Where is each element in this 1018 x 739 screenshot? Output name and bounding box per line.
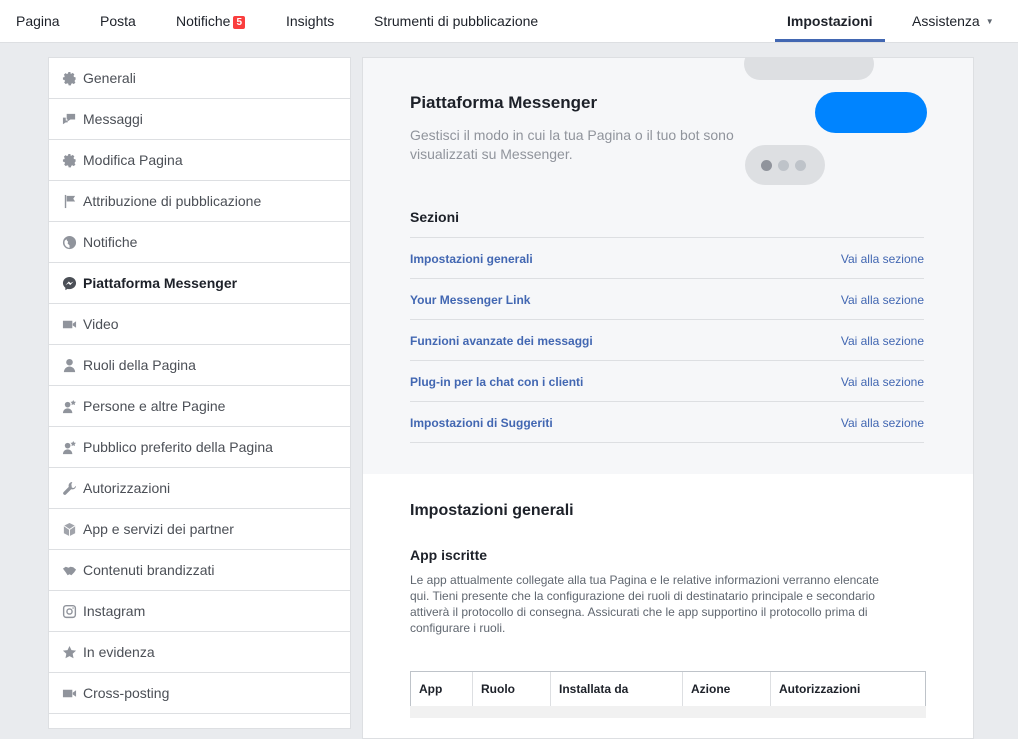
video-camera-icon: [61, 685, 77, 701]
sidebar-item[interactable]: Modifica Pagina: [49, 140, 350, 181]
tab-posta[interactable]: Posta: [100, 0, 136, 42]
table-header-ruolo[interactable]: Ruolo: [473, 672, 551, 706]
globe-icon: [61, 234, 77, 250]
caret-down-icon: ▼: [985, 17, 994, 26]
tab-notifiche[interactable]: Notifiche 5: [176, 0, 246, 42]
sidebar-item[interactable]: Pubblico preferito della Pagina: [49, 427, 350, 468]
person-star-icon: [61, 398, 77, 414]
typing-dot: [795, 160, 806, 171]
go-to-section-link[interactable]: Vai alla sezione: [841, 334, 924, 348]
section-name-link[interactable]: Plug-in per la chat con i clienti: [410, 375, 583, 389]
star-icon: [61, 644, 77, 660]
main-panel: Piattaforma Messenger Gestisci il modo i…: [362, 57, 974, 739]
notification-badge: 5: [233, 16, 246, 29]
sidebar-item-label: Video: [83, 316, 119, 332]
sidebar-item[interactable]: Generali: [49, 58, 350, 99]
sidebar-item[interactable]: In evidenza: [49, 632, 350, 673]
person-icon: [61, 357, 77, 373]
go-to-section-link[interactable]: Vai alla sezione: [841, 252, 924, 266]
flag-icon: [61, 193, 77, 209]
sidebar-item-label: Attribuzione di pubblicazione: [83, 193, 262, 209]
gear-icon: [61, 70, 77, 86]
go-to-section-link[interactable]: Vai alla sezione: [841, 293, 924, 307]
page-description: Gestisci il modo in cui la tua Pagina o …: [410, 127, 734, 162]
active-tab-indicator: [775, 39, 885, 42]
sidebar-item-label: Contenuti brandizzati: [83, 562, 215, 578]
settings-sidebar: Generali Messaggi Modifica Pagina Attribuzi…: [48, 57, 351, 729]
subscribed-apps-heading: App iscritte: [410, 547, 488, 563]
general-settings-heading: Impostazioni generali: [410, 502, 574, 519]
sidebar-item[interactable]: Attribuzione di pubblicazione: [49, 181, 350, 222]
sidebar-item[interactable]: Piattaforma Messenger: [49, 263, 350, 304]
typing-indicator-illustration: [745, 145, 825, 185]
sidebar-item-label: In evidenza: [83, 644, 155, 660]
sidebar-item-label: Notifiche: [83, 234, 138, 250]
sidebar-item-label: Persone e altre Pagine: [83, 398, 226, 414]
section-name-link[interactable]: Funzioni avanzate dei messaggi: [410, 334, 593, 348]
sidebar-item[interactable]: Ruoli della Pagina: [49, 345, 350, 386]
sidebar-item[interactable]: Autorizzazioni: [49, 468, 350, 509]
sidebar-item-label: App e servizi dei partner: [83, 521, 234, 537]
sidebar-item[interactable]: Contenuti brandizzati: [49, 550, 350, 591]
chat-bubble-blue-illustration: [815, 92, 927, 133]
sidebar-item-label: Cross-posting: [83, 685, 170, 701]
sidebar-item-label: Messaggi: [83, 111, 143, 127]
instagram-icon: [61, 603, 77, 619]
handshake-icon: [61, 562, 77, 578]
chat-bubbles-icon: [61, 111, 77, 127]
table-header-installata-da[interactable]: Installata da: [551, 672, 683, 706]
go-to-section-link[interactable]: Vai alla sezione: [841, 375, 924, 389]
page-title: Piattaforma Messenger: [410, 93, 598, 112]
section-name-link[interactable]: Impostazioni di Suggeriti: [410, 416, 553, 430]
sidebar-item-label: Generali: [83, 70, 136, 86]
sidebar-item[interactable]: Persone e altre Pagine: [49, 386, 350, 427]
sections-list: Impostazioni generali Vai alla sezione You…: [410, 237, 924, 443]
tab-insights[interactable]: Insights: [286, 0, 334, 42]
go-to-section-link[interactable]: Vai alla sezione: [841, 416, 924, 430]
wrench-icon: [61, 480, 77, 496]
chat-bubble-illustration: [744, 58, 874, 80]
sections-heading: Sezioni: [410, 209, 460, 225]
sidebar-item[interactable]: Video: [49, 304, 350, 345]
tab-strumenti-pubblicazione[interactable]: Strumenti di pubblicazione: [374, 0, 538, 42]
sidebar-item[interactable]: Instagram: [49, 591, 350, 632]
video-camera-icon: [61, 316, 77, 332]
section-name-link[interactable]: Impostazioni generali: [410, 252, 533, 266]
table-header-autorizzazioni[interactable]: Autorizzazioni: [771, 672, 923, 706]
section-row: Funzioni avanzate dei messaggi Vai alla s…: [410, 320, 924, 361]
cube-icon: [61, 521, 77, 537]
sidebar-item[interactable]: Notifiche: [49, 222, 350, 263]
subscribed-apps-description: Le app attualmente collegate alla tua Pa…: [410, 573, 879, 635]
gear-icon: [61, 152, 77, 168]
typing-dot: [761, 160, 772, 171]
sidebar-item-label: Autorizzazioni: [83, 480, 171, 496]
typing-dot: [778, 160, 789, 171]
subscribed-apps-table: App Ruolo Installata da Azione Autorizza…: [410, 671, 926, 707]
section-row: Impostazioni generali Vai alla sezione: [410, 238, 924, 279]
sidebar-item[interactable]: Messaggi: [49, 99, 350, 140]
tab-assistenza[interactable]: Assistenza ▼: [912, 0, 994, 42]
tab-impostazioni[interactable]: Impostazioni: [787, 0, 873, 42]
person-star-icon: [61, 439, 77, 455]
table-horizontal-scrollbar[interactable]: [410, 706, 926, 718]
table-header-azione[interactable]: Azione: [683, 672, 771, 706]
messenger-hero: Piattaforma Messenger Gestisci il modo i…: [363, 58, 973, 474]
top-navigation: Pagina Posta Notifiche 5 Insights Strumen…: [0, 0, 1018, 43]
section-row: Your Messenger Link Vai alla sezione: [410, 279, 924, 320]
section-row: Impostazioni di Suggeriti Vai alla sezion…: [410, 402, 924, 443]
sidebar-item-label: Modifica Pagina: [83, 152, 183, 168]
sidebar-item-label: Instagram: [83, 603, 146, 619]
section-name-link[interactable]: Your Messenger Link: [410, 293, 530, 307]
sidebar-item[interactable]: Cross-posting: [49, 673, 350, 714]
tab-pagina[interactable]: Pagina: [16, 0, 60, 42]
sidebar-item[interactable]: App e servizi dei partner: [49, 509, 350, 550]
messenger-icon: [61, 275, 77, 291]
table-header-app[interactable]: App: [411, 672, 473, 706]
section-row: Plug-in per la chat con i clienti Vai all…: [410, 361, 924, 402]
sidebar-item-label: Ruoli della Pagina: [83, 357, 196, 373]
sidebar-item-label: Pubblico preferito della Pagina: [83, 439, 273, 455]
sidebar-item-label: Piattaforma Messenger: [83, 275, 238, 291]
